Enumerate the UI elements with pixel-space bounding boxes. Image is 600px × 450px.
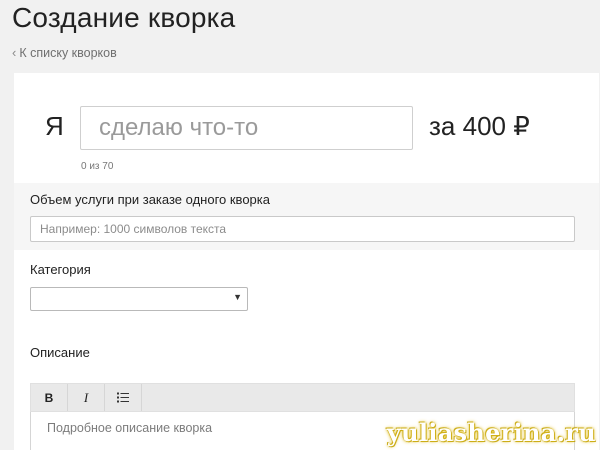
bulleted-list-icon	[117, 392, 129, 403]
description-placeholder: Подробное описание кворка	[47, 421, 213, 435]
caret-down-icon: ▼	[233, 292, 242, 302]
italic-button[interactable]: I	[68, 384, 105, 411]
volume-input[interactable]	[30, 216, 575, 242]
title-prefix: Я	[45, 111, 64, 141]
chevron-left-icon: ‹	[12, 45, 17, 60]
page-title: Создание кворка	[12, 2, 236, 33]
category-select[interactable]: ▼	[30, 287, 248, 311]
kwork-form-card: Я за 400 ₽ 0 из 70 Объем услуги при зака…	[14, 73, 599, 450]
description-label: Описание	[30, 345, 90, 360]
kwork-title-input[interactable]	[80, 106, 413, 150]
back-to-list-link[interactable]: ‹ К списку кворков	[12, 45, 117, 60]
price-label: за 400 ₽	[429, 111, 530, 141]
bold-button[interactable]: B	[31, 384, 68, 411]
volume-section: Объем услуги при заказе одного кворка	[14, 183, 599, 250]
site-watermark: yuliasherina.ru	[386, 418, 596, 447]
category-label: Категория	[30, 262, 91, 277]
bulleted-list-button[interactable]	[105, 384, 142, 411]
title-char-counter: 0 из 70	[81, 161, 114, 172]
editor-toolbar: B I	[30, 383, 575, 412]
volume-label: Объем услуги при заказе одного кворка	[30, 192, 270, 207]
back-link-label: К списку кворков	[19, 45, 117, 60]
